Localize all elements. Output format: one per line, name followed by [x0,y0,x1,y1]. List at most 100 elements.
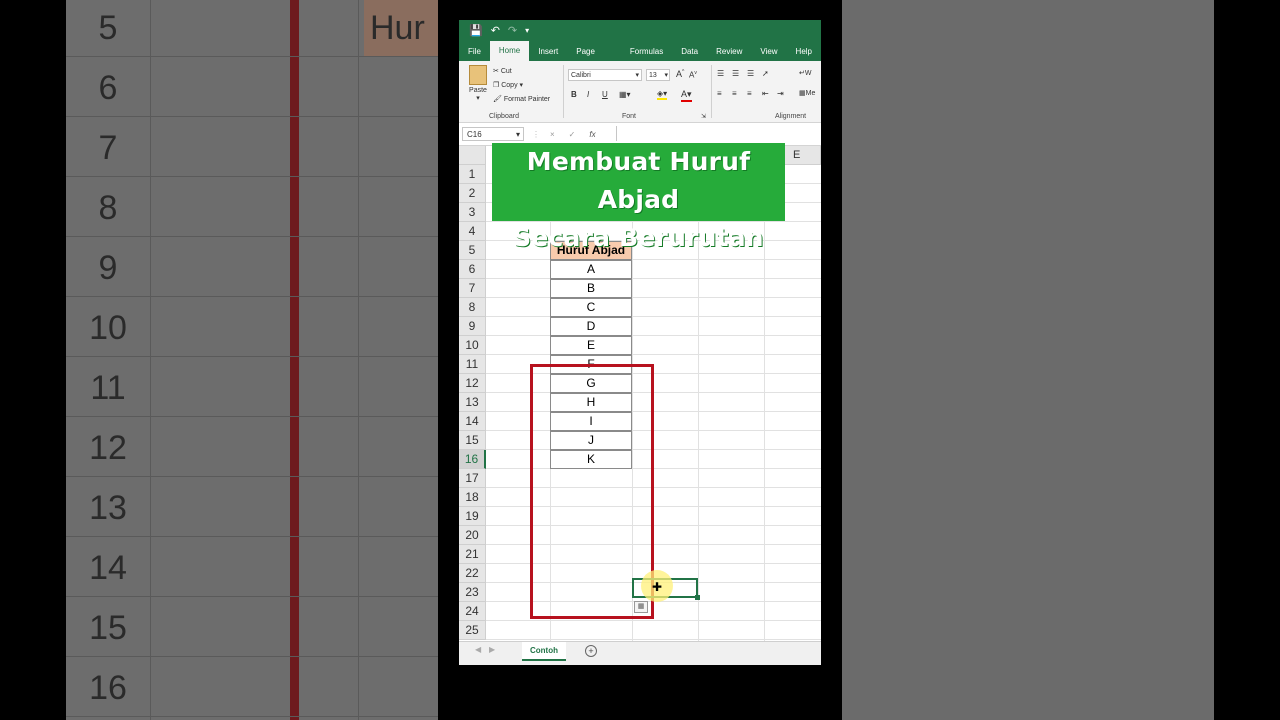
tab-help[interactable]: Help [787,43,821,61]
format-painter-button[interactable]: 🖌 Format Painter [493,95,550,103]
font-dialog-launcher-icon[interactable]: ⇲ [701,113,706,120]
tab-data[interactable]: Data [672,43,707,61]
tab-insert[interactable]: Insert [529,43,567,61]
row-header[interactable]: 4 [459,222,486,241]
banner-line-1: Membuat Huruf Abjad [526,147,751,214]
row-header[interactable]: 9 [459,317,486,336]
orientation-icon[interactable]: ➚ [762,69,769,78]
row-header[interactable]: 20 [459,526,486,545]
row-header[interactable]: 21 [459,545,486,564]
letter-cell[interactable]: C [550,298,632,317]
save-icon[interactable]: 💾 [469,24,483,37]
ribbon-tabs: FileHomeInsertPage LayoutFormulasDataRev… [459,41,821,74]
row-header[interactable]: 23 [459,583,486,602]
row-header[interactable]: 10 [459,336,486,355]
copy-button[interactable]: ❐ Copy ▾ [493,81,523,89]
align-left-icon[interactable]: ≡ [717,89,722,98]
row-header[interactable]: 24 [459,602,486,621]
cancel-icon[interactable]: × [550,130,555,139]
row-header[interactable]: 19 [459,507,486,526]
merge-button[interactable]: ▦Me [799,89,815,97]
underline-button[interactable]: U [602,90,608,99]
row-header[interactable]: 22 [459,564,486,583]
row-header[interactable]: 15 [459,431,486,450]
title-banner: Membuat Huruf Abjad Secara Berurutan [492,143,785,252]
add-sheet-icon[interactable]: + [585,645,597,657]
tab-review[interactable]: Review [707,43,751,61]
letter-cell[interactable]: D [550,317,632,336]
customize-qat-icon[interactable]: ▾ [525,26,529,35]
wrap-text-button[interactable]: ↵W [799,69,811,77]
tab-formulas[interactable]: Formulas [621,43,672,61]
quick-access-toolbar: 💾 ↶ ↷ ▾ [459,20,821,41]
background-row-number: 11 [90,369,126,407]
redo-icon[interactable]: ↷ [508,24,517,37]
font-name-select[interactable]: Calibri ▾ [568,69,642,81]
font-color-icon[interactable]: A▾ [681,89,692,102]
background-gridline [66,596,438,597]
row-header[interactable]: 5 [459,241,486,260]
background-row-number: 10 [89,309,127,347]
cut-button[interactable]: ✂ Cut [493,67,512,75]
gridline-horizontal [486,259,821,260]
name-box-dropdown-icon: ▾ [515,130,520,139]
row-header[interactable]: 1 [459,165,486,184]
row-header[interactable]: 3 [459,203,486,222]
fill-color-icon[interactable]: ◈▾ [657,89,668,100]
row-header[interactable]: 11 [459,355,486,374]
row-header[interactable]: 7 [459,279,486,298]
row-header[interactable]: 18 [459,488,486,507]
autofill-options-icon[interactable]: ▦ [634,601,648,613]
align-right-icon[interactable]: ≡ [747,89,752,98]
column-header-e[interactable]: E [785,146,821,165]
tab-file[interactable]: File [459,43,490,61]
row-header[interactable]: 8 [459,298,486,317]
gridline-horizontal [486,639,821,640]
increase-indent-icon[interactable]: ⇥ [777,89,784,98]
paste-icon [469,65,487,85]
insert-function-icon[interactable]: fx [589,130,595,139]
background-gridline [66,116,438,117]
row-header[interactable]: 12 [459,374,486,393]
align-center-icon[interactable]: ≡ [732,89,737,98]
fill-handle[interactable] [695,595,700,600]
row-header[interactable]: 14 [459,412,486,431]
background-row-number: 14 [89,549,127,587]
font-size-select[interactable]: 13 ▾ [646,69,670,81]
next-sheet-icon[interactable]: ▶ [489,645,495,654]
borders-icon[interactable]: ▦▾ [619,90,631,99]
paste-button[interactable]: Paste ▾ [467,65,489,102]
select-all-corner[interactable] [459,146,486,165]
prev-sheet-icon[interactable]: ◀ [475,645,481,654]
background-row-number: 12 [89,429,127,467]
row-header[interactable]: 16 [459,450,486,469]
name-box[interactable]: C16 ▾ [462,127,524,141]
letter-cell[interactable]: A [550,260,632,279]
align-top-icon[interactable]: ☰ [717,69,724,78]
background-row-number: 9 [98,249,118,287]
row-header[interactable]: 17 [459,469,486,488]
align-middle-icon[interactable]: ☰ [732,69,739,78]
row-header[interactable]: 25 [459,621,486,640]
background-row-number: 16 [89,669,127,707]
tab-page-layout[interactable]: Page Layout [567,43,621,74]
tab-view[interactable]: View [751,43,786,61]
letter-cell[interactable]: B [550,279,632,298]
decrease-indent-icon[interactable]: ⇤ [762,89,769,98]
background-gridline [66,536,438,537]
sheet-tab-contoh[interactable]: Contoh [522,642,566,661]
letter-cell[interactable]: E [550,336,632,355]
undo-icon[interactable]: ↶ [491,24,500,37]
enter-icon[interactable]: ✓ [569,130,576,139]
row-header[interactable]: 13 [459,393,486,412]
decrease-font-icon[interactable]: Av [689,70,697,80]
tab-home[interactable]: Home [489,41,530,61]
bold-button[interactable]: B [571,90,577,99]
formula-input[interactable] [616,126,821,141]
paste-dropdown-icon: ▾ [476,95,480,102]
row-header[interactable]: 2 [459,184,486,203]
increase-font-icon[interactable]: A^ [676,69,684,79]
row-header[interactable]: 6 [459,260,486,279]
italic-button[interactable]: I [587,90,589,99]
align-bottom-icon[interactable]: ☰ [747,69,754,78]
